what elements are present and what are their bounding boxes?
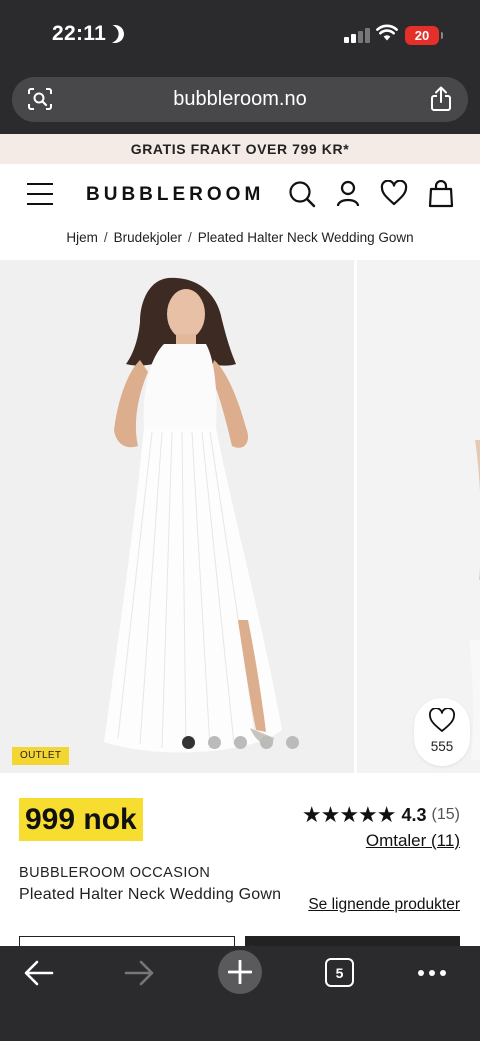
model-in-white-gown-image [104, 277, 282, 753]
product-image-main[interactable] [0, 260, 354, 773]
promo-banner[interactable]: GRATIS FRAKT OVER 799 KR* [0, 134, 480, 164]
heart-icon [429, 707, 455, 732]
browser-address-bar: bubbleroom.no [0, 76, 480, 134]
rating-summary[interactable]: ★★★★★ 4.3 (15) [302, 802, 460, 828]
product-name: Pleated Halter Neck Wedding Gown [19, 886, 282, 903]
rating-stars-icon: ★★★★★ [301, 802, 397, 827]
price: 999 nok [19, 798, 143, 841]
site-logo[interactable]: BUBBLEROOM [86, 184, 264, 206]
carousel-dot[interactable] [182, 736, 195, 749]
carousel-dot[interactable] [260, 736, 273, 749]
breadcrumb-item-category[interactable]: Brudekjoler [114, 230, 182, 245]
product-image-gallery[interactable]: OUTLET 555 [0, 260, 480, 773]
search-icon[interactable] [288, 180, 316, 208]
browser-toolbar: 5 [0, 946, 480, 1041]
next-image-preview [469, 440, 480, 760]
tabs-button[interactable]: 5 [325, 958, 354, 987]
shopping-bag-icon[interactable] [428, 180, 454, 208]
account-icon[interactable] [336, 180, 360, 208]
back-arrow-icon[interactable] [24, 960, 54, 986]
status-time: 22:11 [52, 22, 107, 45]
breadcrumb: Hjem / Brudekjoler / Pleated Halter Neck Wed… [66, 230, 414, 245]
wifi-icon [376, 24, 398, 41]
carousel-dot[interactable] [286, 736, 299, 749]
battery-indicator: 20 [405, 26, 443, 45]
carousel-dots[interactable] [182, 736, 299, 749]
url-text: bubbleroom.no [173, 88, 307, 110]
carousel-dot[interactable] [234, 736, 247, 749]
carousel-dot[interactable] [208, 736, 221, 749]
reviews-link[interactable]: Omtaler (11) [366, 831, 460, 851]
url-field[interactable]: bubbleroom.no [12, 77, 468, 122]
more-options-icon[interactable] [418, 970, 446, 976]
share-icon[interactable] [430, 86, 452, 112]
breadcrumb-item-current: Pleated Halter Neck Wedding Gown [197, 230, 414, 245]
status-bar: 22:11 20 [0, 0, 480, 76]
breadcrumb-item-home[interactable]: Hjem [66, 230, 98, 245]
focus-moon-icon [103, 22, 126, 45]
similar-products-link[interactable]: Se lignende produkter [308, 896, 460, 914]
rating-value: 4.3 [401, 804, 427, 825]
forward-arrow-icon[interactable] [124, 960, 154, 986]
wishlist-heart-icon[interactable] [380, 180, 408, 206]
new-tab-button[interactable] [218, 950, 262, 994]
wishlist-count: 555 [430, 739, 454, 754]
cellular-signal-icon [344, 27, 370, 43]
site-header: BUBBLEROOM [0, 164, 480, 224]
plus-icon [228, 960, 252, 984]
outlet-badge: OUTLET [12, 747, 70, 765]
wishlist-button[interactable]: 555 [414, 698, 470, 766]
product-image-next[interactable] [357, 260, 480, 773]
menu-icon[interactable] [27, 183, 53, 205]
rating-count: (15) [431, 806, 460, 823]
product-brand[interactable]: BUBBLEROOM OCCASION [19, 865, 210, 881]
